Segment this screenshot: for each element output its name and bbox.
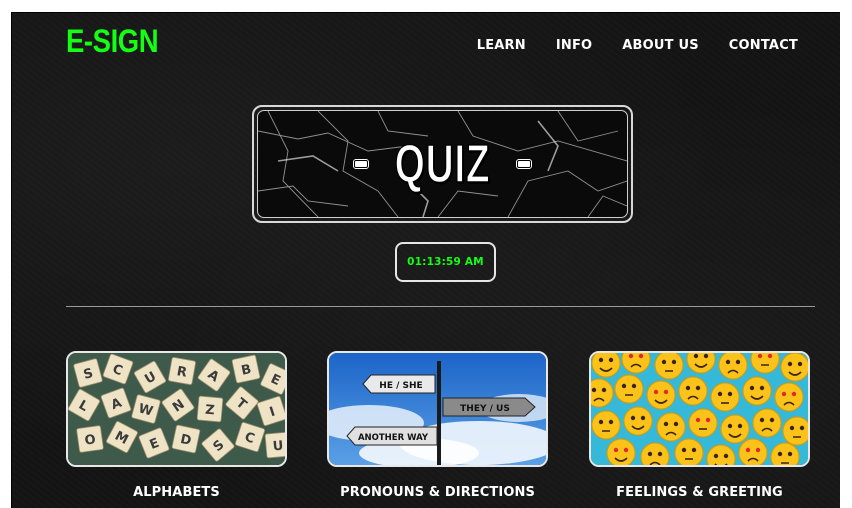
emoji-image — [589, 351, 810, 467]
sign-another-way: ANOTHER WAY — [358, 433, 429, 443]
emoji-face-icon — [623, 406, 653, 436]
quiz-banner-image: QUIZ — [257, 110, 628, 218]
scrabble-tile: B — [231, 354, 261, 384]
section-divider — [66, 306, 815, 307]
svg-text:O: O — [84, 432, 97, 448]
dash-left-icon — [353, 159, 369, 169]
emoji-face-icon — [674, 438, 704, 465]
dash-right-icon — [516, 159, 532, 169]
page-background: E-SIGN LEARN INFO ABOUT US CONTACT QUIZ … — [11, 12, 840, 508]
category-card-feelings-greeting[interactable]: FEELINGS & GREETING — [589, 351, 810, 500]
category-label-feelings-greeting: FEELINGS & GREETING — [616, 485, 783, 500]
emoji-face-icon — [591, 353, 621, 378]
emoji-face-icon — [646, 380, 676, 410]
emoji-face-icon — [656, 412, 686, 442]
scrabble-tile: O — [76, 425, 104, 453]
nav-contact[interactable]: CONTACT — [729, 38, 798, 53]
emoji-face-icon — [720, 414, 750, 444]
clock-display: 01:13:59 AM — [395, 242, 496, 282]
category-label-alphabets: ALPHABETS — [133, 485, 220, 500]
emoji-face-icon — [742, 376, 772, 406]
alphabets-image: SCURABELAWNZTIOMEDSCU — [66, 351, 287, 467]
svg-text:Z: Z — [205, 403, 216, 419]
emoji-face-icon — [780, 353, 808, 382]
svg-text:U: U — [272, 439, 284, 455]
quiz-title: QUIZ — [394, 133, 491, 195]
signpost-image: HE / SHE THEY / US ANOTHER WAY — [327, 351, 548, 467]
quiz-banner: QUIZ — [252, 105, 633, 223]
nav-about-us[interactable]: ABOUT US — [622, 38, 699, 53]
emoji-face-icon — [606, 438, 636, 465]
category-label-pronouns-directions: PRONOUNS & DIRECTIONS — [340, 485, 535, 500]
emoji-face-icon — [718, 353, 748, 380]
category-card-alphabets[interactable]: SCURABELAWNZTIOMEDSCU ALPHABETS — [66, 351, 287, 500]
emoji-face-icon — [678, 376, 708, 406]
scrabble-tile: Z — [196, 395, 224, 423]
sign-they-us: THEY / US — [460, 404, 510, 414]
emoji-face-icon — [774, 382, 804, 412]
main-nav: LEARN INFO ABOUT US CONTACT — [477, 38, 798, 53]
emoji-face-icon — [591, 410, 621, 440]
nav-learn[interactable]: LEARN — [477, 38, 526, 53]
emoji-face-icon — [710, 382, 740, 412]
emoji-face-icon — [752, 408, 782, 438]
emoji-face-icon — [782, 416, 808, 446]
emoji-face-icon — [614, 374, 644, 404]
emoji-face-icon — [654, 353, 684, 380]
emoji-face-icon — [738, 438, 768, 465]
scrabble-tile: D — [171, 424, 201, 454]
sign-he-she: HE / SHE — [379, 381, 422, 391]
site-logo[interactable]: E-SIGN — [66, 23, 159, 60]
scrabble-tile: U — [264, 431, 285, 459]
scrabble-tile: R — [168, 357, 196, 385]
emoji-face-icon — [688, 408, 718, 438]
nav-info[interactable]: INFO — [556, 38, 592, 53]
category-card-pronouns-directions[interactable]: HE / SHE THEY / US ANOTHER WAY PRONOUNS … — [327, 351, 548, 500]
quiz-title-wrap: QUIZ — [258, 111, 627, 217]
